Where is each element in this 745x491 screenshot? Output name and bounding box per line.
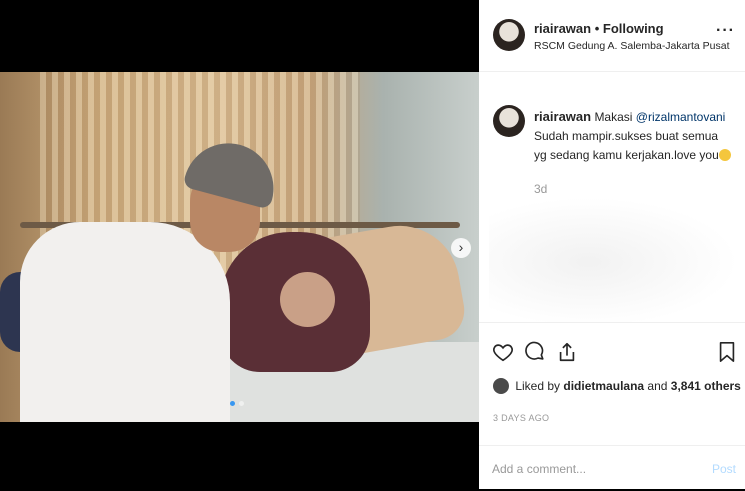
liker-avatar[interactable] [493,378,509,394]
comment-avatar[interactable] [493,105,525,137]
follow-status-button[interactable]: Following [603,21,664,36]
kissing-emoji-icon [718,149,731,161]
likes-others-link[interactable]: 3,841 others [671,379,741,393]
comment-username-link[interactable]: riairawan [534,109,591,124]
likes-conj: and [647,379,668,393]
likes-summary: Liked by didietmaulana and 3,841 others [493,378,741,394]
post-photo[interactable] [0,72,479,422]
add-comment-bar: Add a comment... Post [479,445,745,491]
post-header: riairawan • Following RSCM Gedung A. Sal… [479,0,745,72]
likes-prefix: Liked by [515,379,561,393]
post-media: › [0,0,479,489]
carousel-dot-1 [230,401,235,406]
heart-icon[interactable] [492,341,514,363]
caption-comment: riairawan Makasi @rizalmantovani Sudah m… [479,72,745,322]
header-line: riairawan • Following [534,21,664,36]
separator: • [594,21,600,36]
username-link[interactable]: riairawan [534,21,591,36]
comment-text-after: Sudah mampir.sukses buat semua yg sedang… [534,129,719,162]
more-options-icon[interactable]: ··· [716,22,735,40]
comment-text: riairawan Makasi @rizalmantovani Sudah m… [534,107,734,165]
carousel-next-button[interactable]: › [451,238,471,258]
add-comment-input[interactable]: Add a comment... [492,462,586,476]
carousel-dot-2 [239,401,244,406]
faded-comment-area [489,197,739,322]
comment-icon[interactable] [524,341,546,363]
location-link[interactable]: RSCM Gedung A. Salemba-Jakarta Pusat [534,40,730,52]
avatar[interactable] [493,19,525,51]
post-date[interactable]: 3 DAYS AGO [493,413,549,423]
liker-username-link[interactable]: didietmaulana [563,379,644,393]
man-figure [20,222,230,422]
comment-text-before: Makasi [594,110,633,124]
post-sidebar: riairawan • Following RSCM Gedung A. Sal… [479,0,745,489]
carousel-dots [230,401,244,406]
woman-face [280,272,335,327]
mention-link[interactable]: @rizalmantovani [636,110,726,124]
bookmark-icon[interactable] [717,341,737,363]
share-icon[interactable] [556,341,578,363]
comment-time[interactable]: 3d [534,182,547,196]
actions-section: Liked by didietmaulana and 3,841 others … [479,322,745,490]
post-comment-button[interactable]: Post [712,462,736,476]
